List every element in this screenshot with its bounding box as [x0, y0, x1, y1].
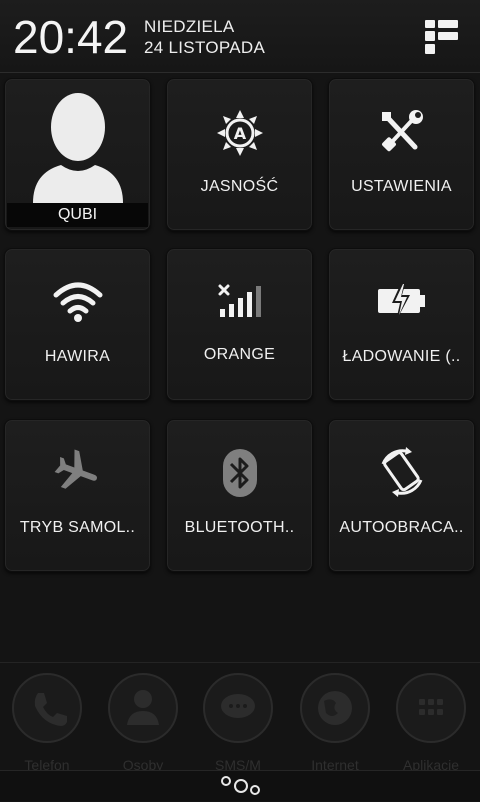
tile-airplane-mode[interactable]: TRYB SAMOL.. — [4, 419, 151, 572]
bluetooth-icon — [167, 448, 312, 503]
tile-auto-rotate[interactable]: AUTOOBRACA.. — [328, 419, 475, 572]
date: 24 LISTOPADA — [144, 38, 266, 57]
tile-label: AUTOOBRACA.. — [339, 519, 464, 536]
tile-bluetooth[interactable]: BLUETOOTH.. — [166, 419, 313, 572]
dock-item-internet[interactable]: Internet — [295, 673, 375, 773]
battery-charging-icon — [329, 281, 474, 326]
message-icon — [203, 673, 273, 743]
tile-label: ŁADOWANIE (.. — [342, 348, 461, 365]
tools-icon — [329, 109, 474, 160]
svg-text:A: A — [233, 124, 246, 143]
airplane-icon — [5, 448, 150, 501]
dock: Telefon Osoby SMS/M Internet Aplikacje — [0, 662, 480, 773]
tile-label: TRYB SAMOL.. — [19, 519, 136, 536]
quick-settings-list-icon[interactable] — [424, 18, 462, 56]
tile-label: HAWIRA — [44, 348, 111, 365]
apps-icon — [396, 673, 466, 743]
profile-name: QUBI — [7, 203, 148, 227]
tile-profile[interactable]: QUBI — [4, 78, 151, 231]
weekday: NIEDZIELA — [144, 17, 235, 36]
auto-rotate-icon — [329, 446, 474, 503]
auto-brightness-icon: A — [167, 109, 312, 162]
dock-item-apps[interactable]: Aplikacje — [391, 673, 471, 773]
tile-settings[interactable]: USTAWIENIA — [328, 78, 475, 231]
clock[interactable]: 20:42 — [13, 11, 128, 63]
tile-charging[interactable]: ŁADOWANIE (.. — [328, 248, 475, 401]
tile-label: ORANGE — [203, 346, 276, 363]
globe-icon — [300, 673, 370, 743]
tile-wifi[interactable]: HAWIRA — [4, 248, 151, 401]
tile-label: BLUETOOTH.. — [184, 519, 295, 536]
tile-label: USTAWIENIA — [351, 178, 452, 195]
dock-item-messages[interactable]: SMS/M — [198, 673, 278, 773]
user-avatar-icon — [5, 85, 150, 208]
phone-icon — [12, 673, 82, 743]
wifi-icon — [5, 279, 150, 328]
notification-header: 20:42 NIEDZIELA 24 LISTOPADA — [0, 0, 480, 73]
pull-handle-icon[interactable] — [219, 773, 263, 797]
dock-item-people[interactable]: Osoby — [103, 673, 183, 773]
person-icon — [108, 673, 178, 743]
signal-icon — [167, 283, 312, 324]
dock-item-phone[interactable]: Telefon — [7, 673, 87, 773]
tile-label: JASNOŚĆ — [200, 178, 279, 195]
tile-brightness[interactable]: A JASNOŚĆ — [166, 78, 313, 231]
tile-mobile-network[interactable]: ORANGE — [166, 248, 313, 401]
